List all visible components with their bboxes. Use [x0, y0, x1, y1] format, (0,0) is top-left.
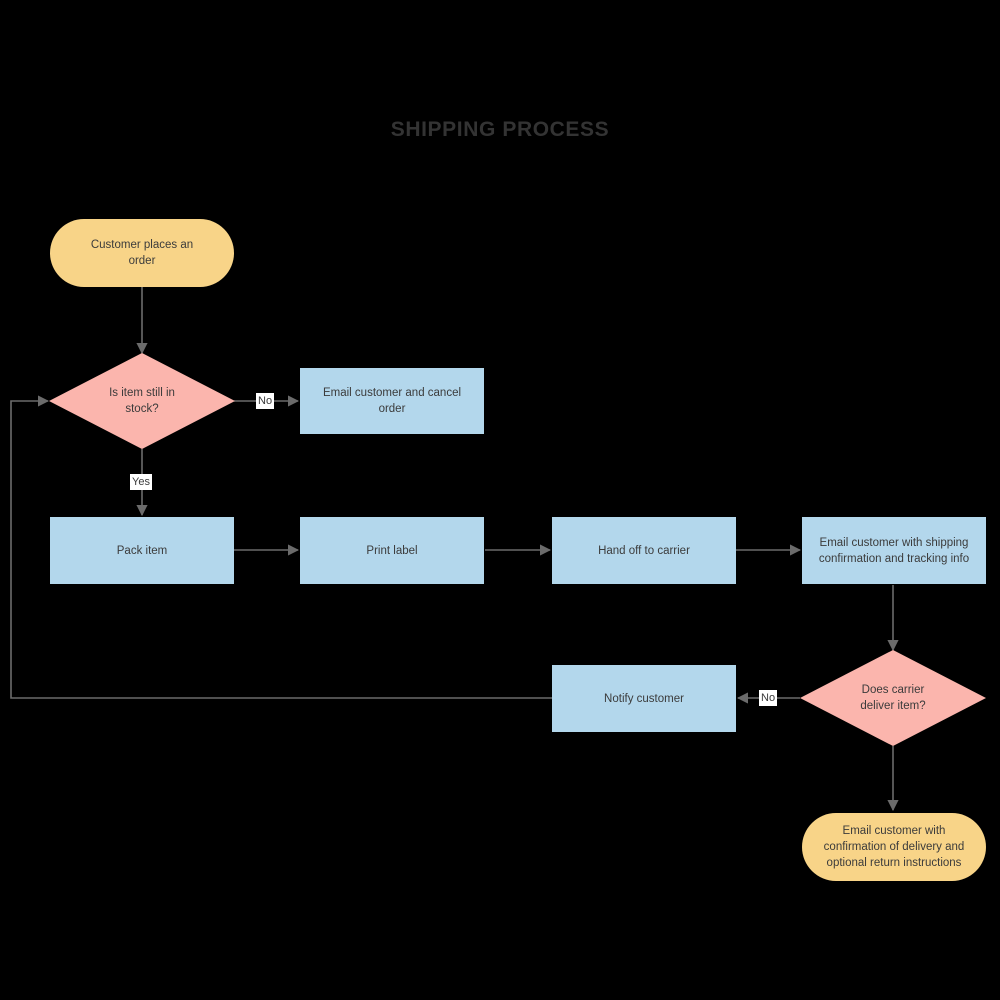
page-title: SHIPPING PROCESS — [390, 118, 610, 141]
node-is-item-in-stock-label: Is item still in stock? — [109, 387, 175, 415]
node-pack-item-label: Pack item — [116, 544, 168, 557]
node-email-shipping-confirmation[interactable]: Email customer with shipping confirmatio… — [802, 517, 986, 584]
edge-label-delivers-no: No — [759, 690, 778, 706]
node-notify-customer-label: Notify customer — [604, 692, 684, 705]
node-hand-off-to-carrier-label: Hand off to carrier — [598, 544, 690, 557]
node-start-label: Customer places an order — [90, 239, 194, 267]
node-notify-customer[interactable]: Notify customer — [552, 665, 736, 732]
node-email-delivery-confirmation-label: Email customer with confirmation of deli… — [823, 825, 965, 869]
flowchart-canvas: SHIPPING PROCESS cancel order --> pack i… — [0, 0, 1000, 1000]
node-email-delivery-confirmation[interactable]: Email customer with confirmation of deli… — [802, 813, 986, 881]
node-does-carrier-deliver-label: Does carrier deliver item? — [860, 684, 926, 712]
edge-label-instock-yes: Yes — [130, 474, 152, 490]
edge-label-instock-no: No — [256, 393, 275, 409]
node-print-label[interactable]: Print label — [300, 517, 484, 584]
node-hand-off-to-carrier[interactable]: Hand off to carrier — [552, 517, 736, 584]
node-is-item-in-stock[interactable]: Is item still in stock? — [49, 353, 235, 449]
node-does-carrier-deliver[interactable]: Does carrier deliver item? — [800, 650, 986, 746]
node-start[interactable]: Customer places an order — [50, 219, 234, 287]
node-email-cancel-order-label: Email customer and cancel order — [322, 387, 462, 415]
node-email-shipping-confirmation-label: Email customer with shipping confirmatio… — [818, 536, 970, 565]
node-email-cancel-order[interactable]: Email customer and cancel order — [300, 368, 484, 434]
node-pack-item[interactable]: Pack item — [50, 517, 234, 584]
node-print-label-label: Print label — [366, 544, 418, 557]
